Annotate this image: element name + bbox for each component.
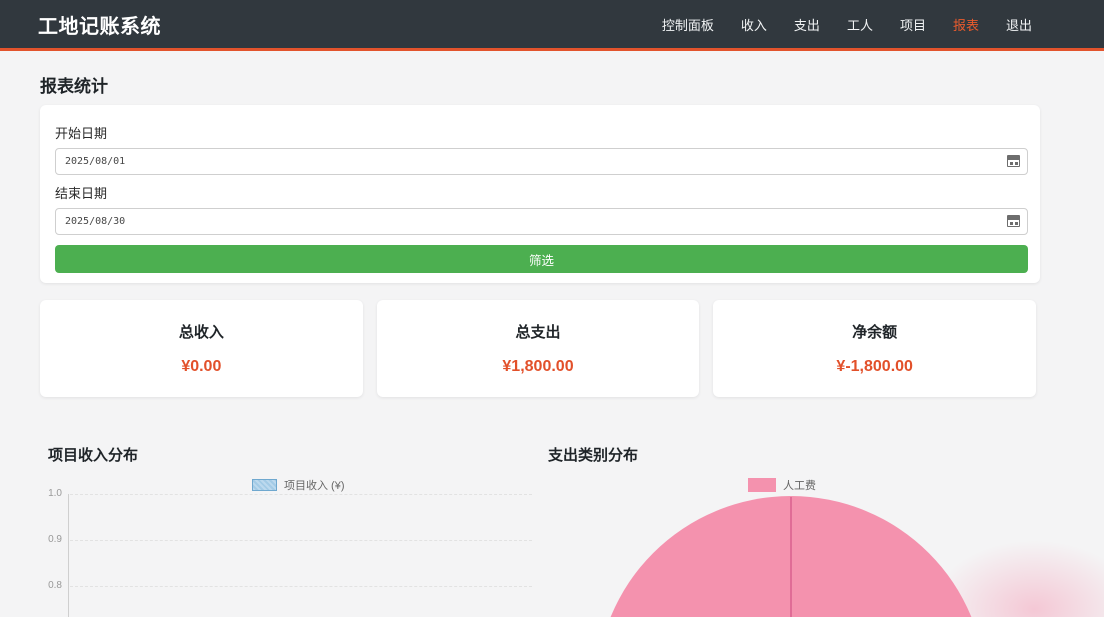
net-balance-card: 净余额 ¥-1,800.00 — [713, 300, 1036, 397]
total-income-card: 总收入 ¥0.00 — [40, 300, 363, 397]
net-balance-label: 净余额 — [852, 321, 897, 342]
nav-item-expense[interactable]: 支出 — [794, 15, 820, 34]
pie-legend-swatch-icon — [748, 478, 776, 492]
nav-item-dashboard[interactable]: 控制面板 — [662, 15, 714, 34]
y-axis-line — [68, 494, 69, 617]
y-tick-label: 0.8 — [40, 580, 62, 591]
income-chart-legend[interactable]: 项目收入 (¥) — [252, 477, 345, 493]
total-expense-label: 总支出 — [516, 321, 561, 342]
nav-item-projects[interactable]: 项目 — [900, 15, 926, 34]
expense-legend-label: 人工费 — [783, 477, 816, 493]
nav-item-reports[interactable]: 报表 — [953, 15, 979, 34]
nav-item-workers[interactable]: 工人 — [847, 15, 873, 34]
income-chart-title: 项目收入分布 — [48, 444, 138, 465]
y-tick-label: 0.9 — [40, 534, 62, 545]
start-date-label: 开始日期 — [55, 123, 1025, 142]
calendar-icon[interactable] — [1007, 215, 1020, 227]
expense-chart-legend[interactable]: 人工费 — [748, 477, 816, 493]
net-balance-value: ¥-1,800.00 — [836, 358, 913, 376]
y-tick-label: 1.0 — [40, 488, 62, 499]
total-expense-card: 总支出 ¥1,800.00 — [377, 300, 700, 397]
gridline — [70, 540, 532, 541]
bar-legend-swatch-icon — [252, 479, 277, 491]
pie-slice-divider — [790, 497, 792, 617]
start-date-input[interactable] — [55, 148, 1028, 175]
start-date-wrap — [55, 148, 1028, 175]
summary-stats-row: 总收入 ¥0.00 总支出 ¥1,800.00 净余额 ¥-1,800.00 — [40, 300, 1036, 397]
filter-submit-button[interactable]: 筛选 — [55, 245, 1028, 273]
expense-chart-title: 支出类别分布 — [548, 444, 638, 465]
end-date-label: 结束日期 — [55, 183, 1025, 202]
end-date-wrap — [55, 208, 1028, 235]
total-expense-value: ¥1,800.00 — [502, 358, 573, 376]
gridline — [70, 494, 532, 495]
total-income-label: 总收入 — [179, 321, 224, 342]
nav-menu: 控制面板 收入 支出 工人 项目 报表 退出 — [662, 15, 1032, 34]
nav-item-income[interactable]: 收入 — [741, 15, 767, 34]
income-legend-label: 项目收入 (¥) — [284, 477, 345, 493]
total-income-value: ¥0.00 — [181, 358, 221, 376]
nav-item-logout[interactable]: 退出 — [1006, 15, 1032, 34]
page-title: 报表统计 — [40, 72, 108, 97]
top-navbar: 工地记账系统 控制面板 收入 支出 工人 项目 报表 退出 — [0, 0, 1104, 51]
end-date-input[interactable] — [55, 208, 1028, 235]
gridline — [70, 586, 532, 587]
app-window: 工地记账系统 控制面板 收入 支出 工人 项目 报表 退出 报表统计 开始日期 … — [0, 0, 1104, 617]
app-title: 工地记账系统 — [38, 10, 161, 39]
date-filter-card: 开始日期 结束日期 筛选 — [40, 105, 1040, 283]
calendar-icon[interactable] — [1007, 155, 1020, 167]
